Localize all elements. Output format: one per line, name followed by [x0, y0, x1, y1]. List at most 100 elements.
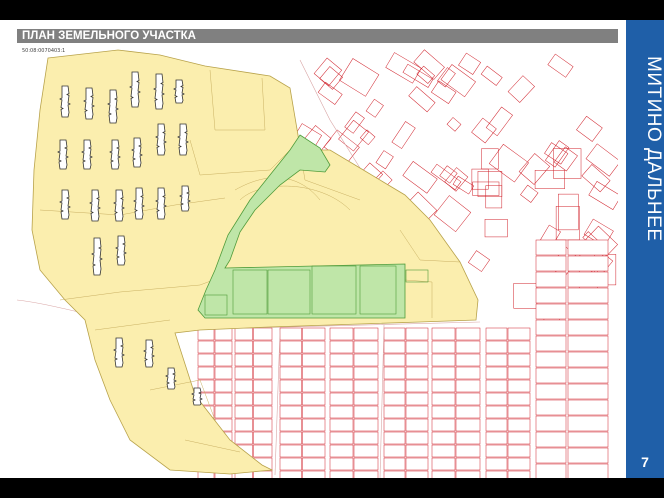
neighbor-parcel	[558, 193, 579, 231]
parcel	[507, 327, 531, 341]
parcel	[455, 353, 481, 367]
neighbor-parcel	[581, 164, 611, 193]
parcel	[405, 353, 429, 367]
parcel	[431, 457, 456, 471]
parcel	[431, 470, 456, 478]
parcel	[279, 470, 302, 478]
parcel	[383, 340, 406, 354]
parcel	[567, 367, 609, 384]
neighbor-parcel	[518, 153, 551, 185]
parcel	[279, 366, 302, 380]
neighbor-parcel	[520, 184, 539, 203]
parcel	[214, 327, 233, 341]
neighbor-parcel	[484, 219, 508, 238]
parcel	[253, 431, 273, 445]
parcel	[507, 444, 531, 458]
parcel	[279, 457, 302, 471]
parcel	[353, 405, 379, 419]
parcel	[302, 327, 326, 341]
parcel	[455, 405, 481, 419]
parcel	[302, 379, 326, 393]
parcel	[405, 431, 429, 445]
parcel	[485, 353, 508, 367]
parcel	[353, 457, 379, 471]
parcel	[353, 444, 379, 458]
parcel	[279, 392, 302, 406]
parcel	[405, 457, 429, 471]
parcel	[431, 379, 456, 393]
parcel	[234, 340, 253, 354]
parcel	[405, 379, 429, 393]
neighbor-parcel	[467, 250, 491, 272]
neighbor-parcel	[481, 148, 499, 170]
parcel	[405, 392, 429, 406]
parcel	[507, 379, 531, 393]
parcel	[567, 463, 609, 478]
parcel	[383, 392, 406, 406]
parcel	[405, 405, 429, 419]
road	[274, 329, 281, 476]
parcel	[455, 379, 481, 393]
parcel	[383, 457, 406, 471]
neighbor-parcel	[436, 67, 456, 88]
parcel	[302, 405, 326, 419]
parcel	[567, 239, 609, 256]
parcel	[431, 418, 456, 432]
parcel	[455, 418, 481, 432]
parcel	[405, 418, 429, 432]
parcel	[329, 405, 354, 419]
parcel	[535, 255, 567, 272]
parcel	[279, 340, 302, 354]
parcel	[567, 287, 609, 304]
neighbor-parcel	[402, 161, 438, 194]
parcel	[279, 379, 302, 393]
parcel	[353, 379, 379, 393]
neighbor-parcel	[402, 63, 434, 88]
neighbor-parcel	[488, 143, 529, 183]
parcel	[214, 353, 233, 367]
parcel	[535, 271, 567, 288]
parcel	[455, 431, 481, 445]
parcel	[253, 327, 273, 341]
neighbor-parcel	[553, 146, 578, 172]
parcel	[507, 457, 531, 471]
parcel	[253, 366, 273, 380]
parcel	[353, 431, 379, 445]
parcel	[353, 327, 379, 341]
parcel	[383, 405, 406, 419]
parcel	[279, 418, 302, 432]
parcel	[383, 444, 406, 458]
neighbor-parcel	[555, 206, 580, 241]
parcel	[455, 327, 481, 341]
parcel	[507, 431, 531, 445]
parcel	[234, 327, 253, 341]
parcel	[253, 405, 273, 419]
parcel	[383, 379, 406, 393]
parcel	[383, 353, 406, 367]
parcel	[431, 366, 456, 380]
parcel	[405, 340, 429, 354]
parcel	[302, 470, 326, 478]
parcel	[302, 353, 326, 367]
parcel	[234, 366, 253, 380]
parcel	[535, 383, 567, 400]
parcel	[353, 392, 379, 406]
parcel	[455, 366, 481, 380]
parcel	[329, 444, 354, 458]
parcel	[329, 457, 354, 471]
parcel	[302, 392, 326, 406]
parcel	[535, 239, 567, 256]
parcel	[234, 379, 253, 393]
parcel	[485, 366, 508, 380]
parcel	[279, 444, 302, 458]
parcel	[214, 340, 233, 354]
parcel	[567, 415, 609, 432]
parcel	[214, 405, 233, 419]
parcel	[431, 392, 456, 406]
parcel	[329, 340, 354, 354]
parcel	[234, 392, 253, 406]
parcel	[431, 405, 456, 419]
neighbor-parcel	[544, 142, 569, 165]
parcel	[253, 444, 273, 458]
parcel	[485, 392, 508, 406]
